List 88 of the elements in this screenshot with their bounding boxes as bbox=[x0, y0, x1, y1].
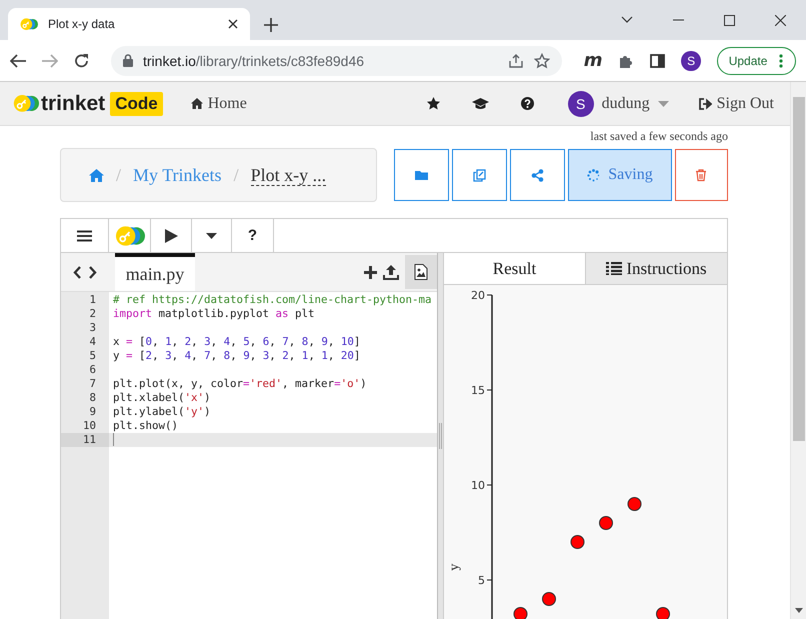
chevron-down-icon[interactable] bbox=[621, 16, 633, 24]
sign-out-link[interactable]: Sign Out bbox=[698, 94, 774, 112]
code-badge: Code bbox=[110, 92, 163, 116]
trinket-logo-icon bbox=[13, 93, 39, 114]
caret-icon bbox=[206, 232, 217, 238]
line-number: 8 bbox=[88, 391, 97, 405]
update-button[interactable]: Update bbox=[716, 46, 796, 74]
trash-icon bbox=[695, 168, 708, 182]
breadcrumb-separator: / bbox=[234, 164, 239, 186]
folder-button[interactable] bbox=[394, 149, 449, 201]
plus-icon[interactable] bbox=[264, 18, 278, 32]
kebab-icon[interactable] bbox=[779, 54, 784, 68]
image-button[interactable] bbox=[405, 255, 437, 289]
back-arrow-icon[interactable] bbox=[10, 54, 26, 68]
close-icon[interactable] bbox=[775, 14, 786, 26]
menu-icon bbox=[77, 230, 92, 242]
list-icon bbox=[606, 262, 622, 275]
share-icon[interactable] bbox=[508, 52, 524, 68]
share-icon bbox=[531, 168, 544, 182]
url-text: trinket.io/library/trinkets/c83fe89d46 bbox=[143, 52, 366, 68]
chevron-left-icon[interactable] bbox=[73, 266, 81, 278]
line-number: 3 bbox=[88, 321, 97, 335]
line-number: 4 bbox=[88, 335, 97, 349]
copy-button[interactable] bbox=[452, 149, 507, 201]
line-number: 10 bbox=[82, 419, 97, 433]
line-number: 1 bbox=[88, 293, 97, 307]
user-menu[interactable]: S dudung bbox=[568, 90, 669, 116]
trinket-logo-icon bbox=[114, 224, 144, 248]
upload-icon[interactable] bbox=[383, 264, 399, 280]
scroll-down-arrow-icon[interactable] bbox=[794, 608, 802, 613]
grip-icon bbox=[439, 423, 442, 449]
tick-label: 10 bbox=[471, 479, 485, 492]
profile-avatar[interactable]: S bbox=[681, 50, 701, 70]
graduation-cap-icon[interactable] bbox=[472, 98, 489, 110]
axis-label: y bbox=[447, 564, 461, 570]
splitter-handle[interactable] bbox=[437, 253, 444, 619]
code-line: x = [0, 1, 2, 3, 4, 5, 6, 7, 8, 9, 10] bbox=[112, 335, 362, 349]
logo-text: trinket bbox=[41, 92, 106, 116]
user-avatar: S bbox=[568, 90, 594, 116]
tick-label: 15 bbox=[471, 384, 485, 397]
line-number: 9 bbox=[88, 405, 97, 419]
share-button[interactable] bbox=[510, 149, 565, 201]
line-number: 5 bbox=[88, 349, 97, 363]
result-tab[interactable]: Instructions bbox=[586, 253, 727, 284]
copy-icon bbox=[473, 168, 486, 182]
star-icon[interactable] bbox=[426, 97, 440, 110]
breadcrumb-separator: / bbox=[116, 164, 122, 186]
minimize-icon[interactable] bbox=[673, 19, 684, 21]
side-panel-icon[interactable] bbox=[650, 54, 666, 68]
home-link[interactable]: Home bbox=[190, 94, 247, 112]
house-icon[interactable] bbox=[89, 168, 104, 182]
extension-icon[interactable]: m bbox=[584, 50, 602, 71]
folder-icon bbox=[415, 168, 428, 182]
code-line: y = [2, 3, 4, 7, 8, 9, 3, 2, 1, 1, 20] bbox=[112, 349, 362, 363]
line-number: 7 bbox=[88, 377, 97, 391]
line-number: 6 bbox=[88, 363, 97, 377]
delete-button[interactable] bbox=[675, 149, 728, 201]
plus-icon[interactable] bbox=[364, 266, 377, 278]
image-file-icon bbox=[414, 264, 428, 280]
browser-tab[interactable]: Plot x-y data bbox=[8, 8, 250, 40]
house-icon bbox=[190, 98, 203, 109]
trinket-title[interactable]: Plot x-y ... bbox=[250, 164, 326, 186]
play-icon bbox=[164, 228, 178, 242]
file-tab[interactable]: main.py bbox=[115, 253, 195, 291]
trinket-logo-icon bbox=[20, 16, 38, 32]
tick-label: 5 bbox=[478, 574, 485, 587]
tick-label: 20 bbox=[471, 289, 485, 302]
code-line: plt.xlabel('x') bbox=[112, 391, 212, 405]
star-icon[interactable] bbox=[534, 52, 550, 68]
maximize-icon[interactable] bbox=[724, 14, 735, 26]
code-line: plt.ylabel('y') bbox=[112, 405, 212, 419]
sign-out-icon bbox=[698, 98, 712, 110]
reload-icon[interactable] bbox=[74, 53, 89, 68]
code-line: plt.show() bbox=[112, 419, 180, 433]
spinner-icon bbox=[587, 168, 600, 182]
address-bar[interactable]: trinket.io/library/trinkets/c83fe89d46 bbox=[111, 46, 562, 76]
code-line: import matplotlib.pyplot as plt bbox=[112, 307, 316, 321]
line-number: 11 bbox=[61, 433, 109, 447]
code-line: # ref https://datatofish.com/line-chart-python-ma bbox=[112, 293, 433, 307]
code-line: plt.plot(x, y, color='red', marker='o') bbox=[112, 377, 368, 391]
caret-icon bbox=[658, 100, 669, 106]
save-status-text: last saved a few seconds ago bbox=[589, 128, 728, 145]
lock-icon bbox=[123, 54, 133, 67]
help-icon[interactable] bbox=[520, 97, 534, 110]
close-icon[interactable] bbox=[228, 19, 238, 29]
line-number: 2 bbox=[88, 307, 97, 321]
scrollbar-thumb[interactable] bbox=[793, 97, 805, 441]
chevron-right-icon[interactable] bbox=[89, 266, 97, 278]
